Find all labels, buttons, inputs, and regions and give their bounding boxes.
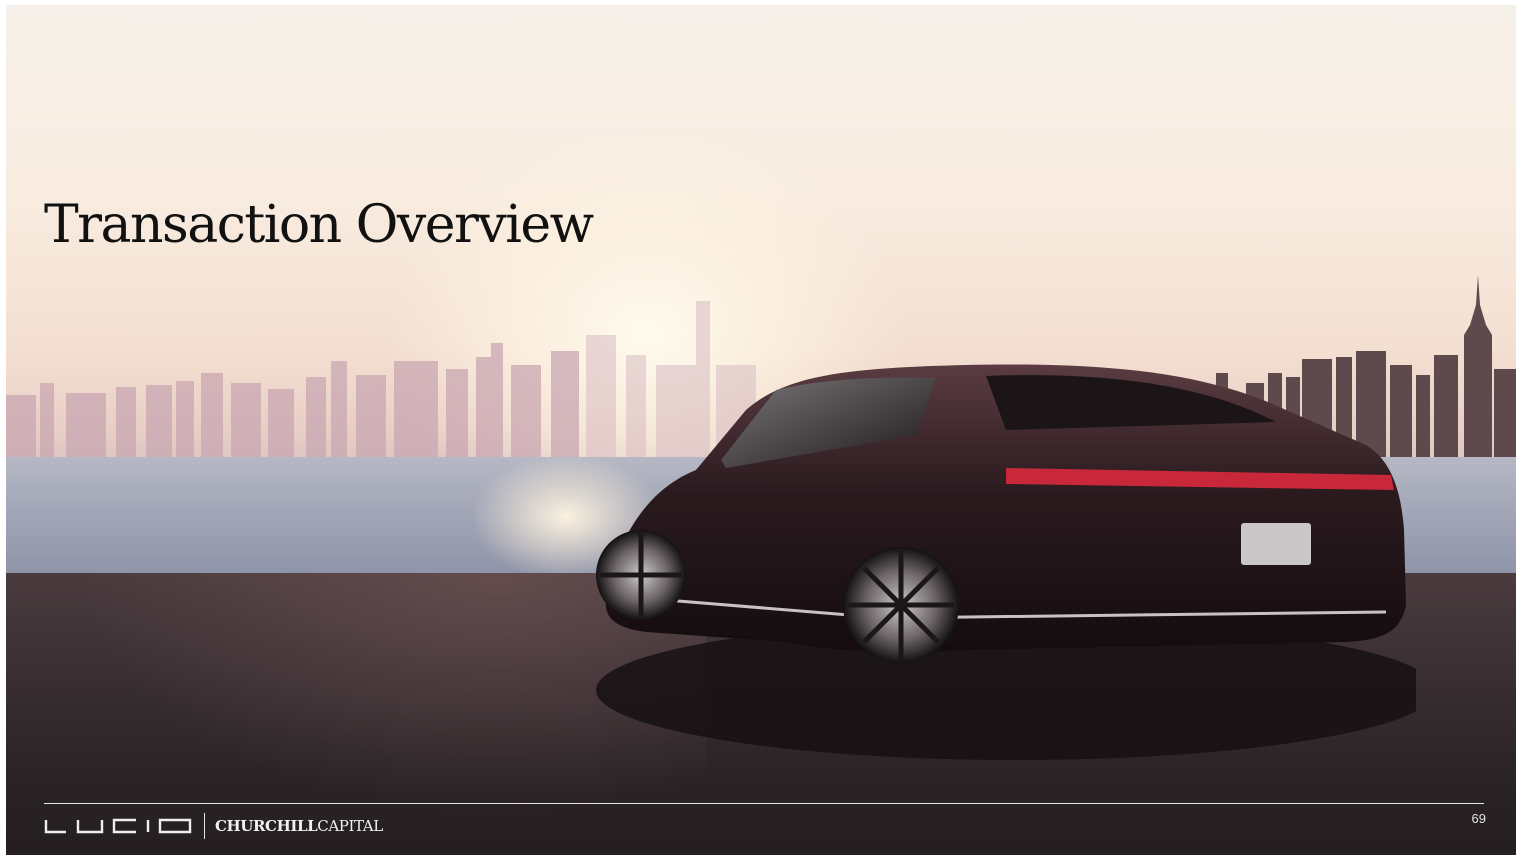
- slide-title: Transaction Overview: [44, 195, 594, 255]
- page-number: 69: [1471, 811, 1486, 826]
- lucid-logo: [44, 818, 192, 834]
- partner-wordmark: CHURCHILLCAPITAL: [215, 817, 383, 835]
- partner-name-bold: CHURCHILL: [215, 817, 318, 835]
- footer-separator: [204, 813, 205, 839]
- car-image: [596, 364, 1416, 760]
- footer: CHURCHILLCAPITAL: [44, 813, 383, 839]
- partner-name-regular: CAPITAL: [317, 817, 383, 835]
- slide: Transaction Overview CHURCHILLCAPITAL 69: [6, 5, 1516, 855]
- footer-divider: [44, 803, 1484, 804]
- license-plate: [1241, 523, 1311, 565]
